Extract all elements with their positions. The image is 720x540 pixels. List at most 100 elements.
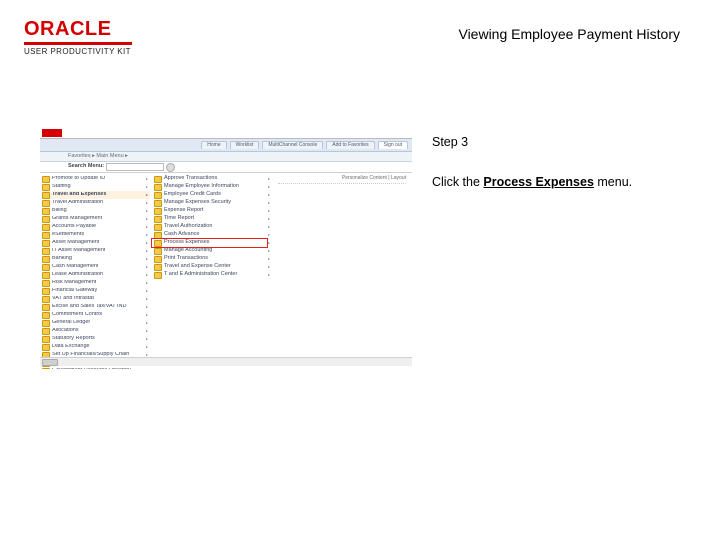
tab-worklist[interactable]: Worklist — [230, 141, 260, 149]
folder-icon — [42, 280, 50, 287]
chevron-right-icon: ▸ — [268, 201, 270, 205]
search-go-button[interactable] — [166, 163, 175, 172]
submenu-item[interactable]: Manage Accounting▸ — [152, 247, 272, 255]
oracle-wordmark: ORACLE — [24, 18, 132, 41]
sidebar-item[interactable]: Grants Management▸ — [42, 215, 150, 223]
breadcrumb[interactable]: Favorites ▸ Main Menu ▸ — [40, 152, 412, 162]
chevron-right-icon: ▸ — [146, 209, 148, 213]
sidebar-item[interactable]: General Ledger▸ — [42, 319, 150, 327]
sidebar-item[interactable]: eSettlements▸ — [42, 231, 150, 239]
folder-icon — [154, 184, 162, 191]
folder-icon — [154, 224, 162, 231]
chevron-right-icon: ▸ — [268, 217, 270, 221]
oracle-mini-logo — [42, 129, 62, 137]
sidebar-item-label: Billing — [52, 208, 67, 214]
sidebar-item[interactable]: Accounts Payable▸ — [42, 223, 150, 231]
folder-icon — [42, 344, 50, 351]
sidebar-item[interactable]: Billing ▸ — [42, 207, 150, 215]
folder-icon — [42, 272, 50, 279]
sidebar-item[interactable]: Asset Management▸ — [42, 239, 150, 247]
sidebar-item-label: Excise and Sales Tax/VAT IND — [52, 304, 127, 310]
folder-icon — [42, 176, 50, 183]
tab-home[interactable]: Home — [201, 141, 226, 149]
horizontal-scrollbar[interactable] — [40, 357, 412, 366]
instruction-bold: Process Expenses — [483, 175, 594, 189]
submenu-item[interactable]: T and E Administration Center ▸ — [152, 271, 272, 279]
oracle-upk-logo: ORACLE USER PRODUCTIVITY KIT — [24, 18, 132, 56]
sidebar-item-label: Financial Gateway — [52, 288, 97, 294]
chevron-right-icon: ▸ — [146, 321, 148, 325]
sidebar-item[interactable]: Excise and Sales Tax/VAT IND▸ — [42, 303, 150, 311]
submenu-item[interactable]: Manage Employee Information▸ — [152, 183, 272, 191]
tab-signout[interactable]: Sign out — [378, 141, 408, 149]
sidebar-item[interactable]: Travel Administration▸ — [42, 199, 150, 207]
sidebar-item[interactable]: Travel and Expenses▸ — [42, 191, 150, 199]
personalize-links[interactable]: Personalize Content | Layout — [278, 176, 406, 184]
submenu-item-process-expenses[interactable]: Process Expenses▸ — [152, 239, 272, 247]
sidebar-item[interactable]: Risk Management▸ — [42, 279, 150, 287]
sidebar-item-label: eSettlements — [52, 232, 84, 238]
submenu-item[interactable]: Expense Report ▸ — [152, 207, 272, 215]
sidebar-item[interactable]: Data Exchange▸ — [42, 343, 150, 351]
search-input[interactable] — [106, 163, 164, 171]
chevron-right-icon: ▸ — [268, 209, 270, 213]
chevron-right-icon: ▸ — [268, 265, 270, 269]
chevron-right-icon: ▸ — [268, 233, 270, 237]
chevron-right-icon: ▸ — [268, 177, 270, 181]
submenu-item-label: Time Report — [164, 216, 194, 222]
sidebar-item[interactable]: Financial Gateway▸ — [42, 287, 150, 295]
submenu-item-label: Expense Report — [164, 208, 203, 214]
chevron-right-icon: ▸ — [268, 257, 270, 261]
chevron-right-icon: ▸ — [268, 273, 270, 277]
sidebar-item-label: Risk Management — [52, 280, 96, 286]
sidebar-item[interactable]: Government Resource Directory▸ — [42, 367, 150, 369]
sidebar-item[interactable]: Promote to Update ID ▸ — [42, 175, 150, 183]
folder-icon — [42, 304, 50, 311]
submenu-item-label: Manage Expenses Security — [164, 200, 231, 206]
page-title: Viewing Employee Payment History — [458, 26, 680, 42]
submenu-item[interactable]: Manage Expenses Security ▸ — [152, 199, 272, 207]
chevron-right-icon: ▸ — [146, 337, 148, 341]
submenu-item[interactable]: Print Transactions▸ — [152, 255, 272, 263]
tab-favorites[interactable]: Add to Favorites — [326, 141, 374, 149]
folder-icon — [42, 320, 50, 327]
sidebar-item[interactable]: Cash Management▸ — [42, 263, 150, 271]
chevron-right-icon: ▸ — [146, 225, 148, 229]
folder-icon — [154, 232, 162, 239]
folder-icon — [42, 216, 50, 223]
sidebar-item-label: Allocations — [52, 328, 79, 334]
submenu-item[interactable]: Cash Advance▸ — [152, 231, 272, 239]
sidebar-item[interactable]: Statutory Reports▸ — [42, 335, 150, 343]
chevron-right-icon: ▸ — [146, 257, 148, 261]
submenu-item[interactable]: Travel Authorization▸ — [152, 223, 272, 231]
sidebar-item[interactable]: VAT and Intrastat▸ — [42, 295, 150, 303]
sidebar-item[interactable]: Lease Administration▸ — [42, 271, 150, 279]
tab-multichannel[interactable]: MultiChannel Console — [262, 141, 323, 149]
chevron-right-icon: ▸ — [146, 313, 148, 317]
sidebar-item[interactable]: Staffing▸ — [42, 183, 150, 191]
submenu-item-label: Travel and Expense Center — [164, 264, 231, 270]
chevron-right-icon: ▸ — [146, 193, 148, 197]
sidebar-item-label: Promote to Update ID — [52, 176, 105, 182]
main-menu-sidebar: Promote to Update ID ▸ Staffing▸Travel and… — [40, 173, 150, 369]
instruction-suffix: menu. — [594, 175, 632, 189]
folder-icon — [42, 240, 50, 247]
submenu-item[interactable]: Travel and Expense Center ▸ — [152, 263, 272, 271]
scrollbar-thumb[interactable] — [42, 359, 58, 366]
sidebar-item-label: VAT and Intrastat — [52, 296, 94, 302]
sidebar-item[interactable]: Allocations ▸ — [42, 327, 150, 335]
folder-icon — [42, 192, 50, 199]
sidebar-item[interactable]: IT Asset Management▸ — [42, 247, 150, 255]
chevron-right-icon: ▸ — [146, 177, 148, 181]
submenu-item-label: T and E Administration Center — [164, 272, 237, 278]
chevron-right-icon: ▸ — [146, 329, 148, 333]
submenu-item[interactable]: Time Report ▸ — [152, 215, 272, 223]
submenu-item[interactable]: Approve Transactions▸ — [152, 175, 272, 183]
folder-icon — [42, 208, 50, 215]
sidebar-item[interactable]: Commitment Control▸ — [42, 311, 150, 319]
sidebar-item[interactable]: Banking▸ — [42, 255, 150, 263]
app-topbar — [40, 128, 412, 139]
folder-icon — [154, 240, 162, 247]
submenu-item[interactable]: Employee Credit Cards▸ — [152, 191, 272, 199]
folder-icon — [42, 248, 50, 255]
